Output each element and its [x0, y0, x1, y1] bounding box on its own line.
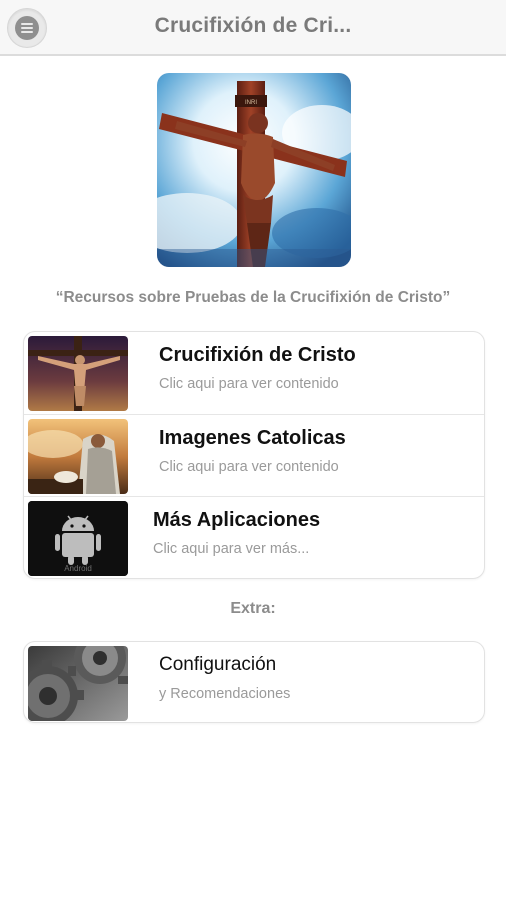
app-header: Crucifixión de Cri...	[0, 0, 506, 56]
crucifixion-thumbnail	[28, 336, 128, 411]
menu-item-crucifixion[interactable]: Crucifixión de Cristo Clic aqui para ver…	[24, 332, 484, 413]
menu-item-title: Imagenes Catolicas	[159, 427, 346, 449]
settings-item[interactable]: Configuración y Recomendaciones	[24, 642, 484, 722]
menu-item-more-apps[interactable]: Android Más Aplicaciones Clic aqui para …	[24, 496, 484, 577]
menu-card: Crucifixión de Cristo Clic aqui para ver…	[23, 331, 485, 579]
menu-item-subtitle: Clic aqui para ver contenido	[159, 376, 339, 392]
menu-item-subtitle: Clic aqui para ver más...	[153, 541, 310, 557]
menu-item-title: Crucifixión de Cristo	[159, 344, 356, 366]
settings-title: Configuración	[159, 654, 277, 675]
menu-button[interactable]	[7, 8, 47, 48]
hamburger-icon	[15, 16, 39, 40]
android-thumbnail: Android	[28, 501, 128, 576]
crucifix-hero-image: INRI	[157, 73, 351, 267]
settings-subtitle: y Recomendaciones	[159, 686, 291, 702]
menu-item-catholic-images[interactable]: Imagenes Catolicas Clic aqui para ver co…	[24, 414, 484, 495]
catholic-images-thumbnail	[28, 419, 128, 494]
tagline: “Recursos sobre Pruebas de la Crucifixió…	[55, 289, 451, 306]
page-title: Crucifixión de Cri...	[154, 14, 352, 37]
extra-section-label: Extra:	[230, 600, 276, 617]
menu-item-title: Más Aplicaciones	[153, 509, 321, 531]
svg-text:INRI: INRI	[245, 100, 257, 106]
gear-icon	[28, 646, 128, 721]
menu-item-subtitle: Clic aqui para ver contenido	[159, 459, 339, 475]
settings-card: Configuración y Recomendaciones	[23, 641, 485, 723]
android-caption: Android	[64, 564, 92, 573]
